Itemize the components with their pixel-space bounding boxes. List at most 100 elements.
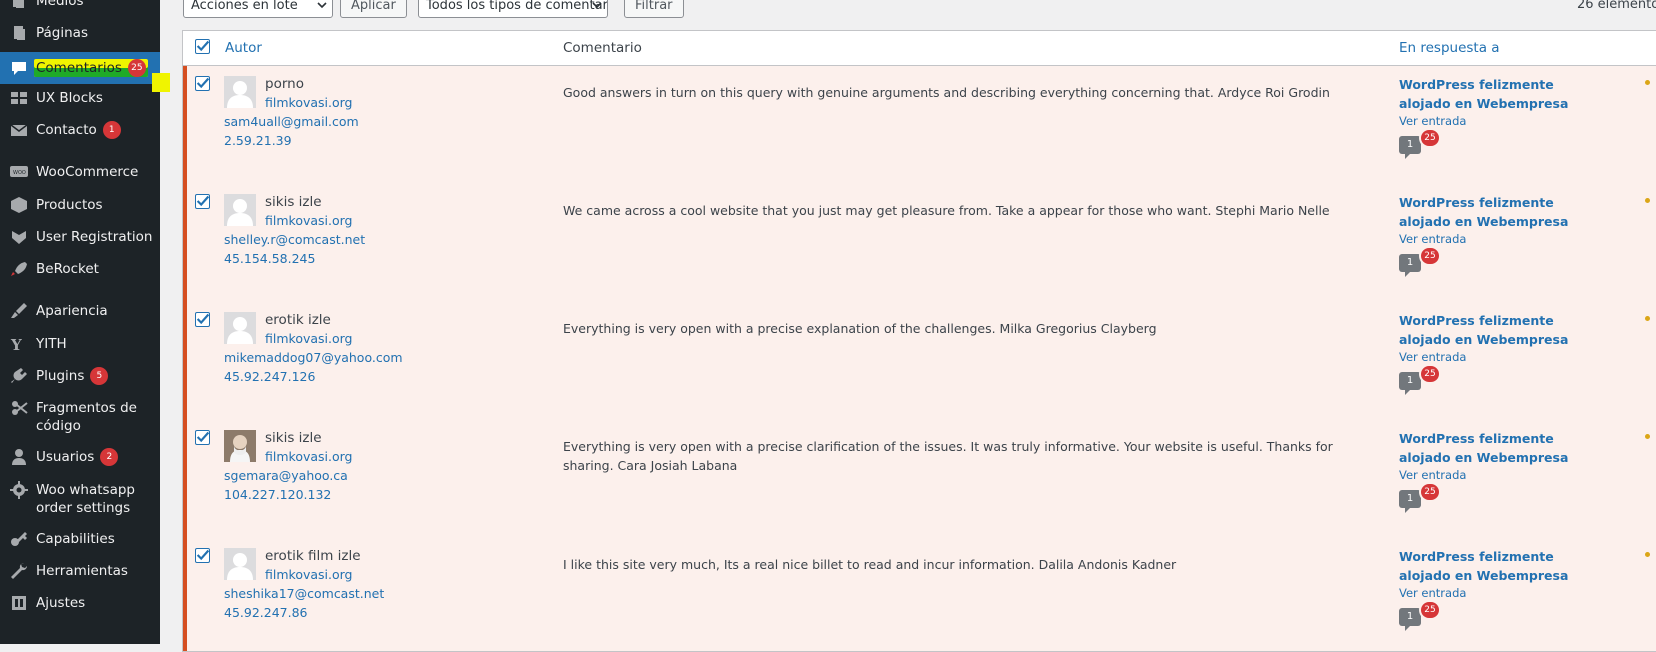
select-all-checkbox[interactable] xyxy=(195,39,210,54)
sidebar-item-woo-whatsapp-order-settings[interactable]: Woo whatsapp order settings xyxy=(0,481,160,517)
approved-comments-bubble[interactable]: 1 xyxy=(1399,608,1421,631)
author-url-link[interactable]: filmkovasi.org xyxy=(265,449,352,464)
check-icon xyxy=(196,313,210,325)
bulk-actions-select[interactable]: Acciones en lote xyxy=(183,0,333,18)
view-post-link[interactable]: Ver entrada xyxy=(1399,232,1466,246)
column-in-response-to[interactable]: En respuesta a xyxy=(1399,40,1500,56)
chevron-down-icon xyxy=(592,2,602,9)
view-post-link[interactable]: Ver entrada xyxy=(1399,350,1466,364)
media-icon xyxy=(9,0,29,10)
view-post-link[interactable]: Ver entrada xyxy=(1399,586,1466,600)
post-title-link[interactable]: WordPress felizmente alojado en Webempre… xyxy=(1399,75,1609,113)
mail-icon xyxy=(9,121,29,139)
sidebar-item-productos[interactable]: Productos xyxy=(0,196,160,214)
comments-icon xyxy=(9,59,29,77)
sidebar-item-plugins[interactable]: Plugins 5 xyxy=(0,367,160,385)
comment-type-select[interactable]: Todos los tipos de comentar xyxy=(418,0,608,18)
post-title-link[interactable]: WordPress felizmente alojado en Webempre… xyxy=(1399,311,1609,349)
table-row: sikis izle filmkovasi.org sgemara@yahoo.ca… xyxy=(183,420,1656,539)
row-checkbox[interactable] xyxy=(195,430,210,445)
pending-comments-badge[interactable]: 25 xyxy=(1421,248,1439,264)
sidebar-item-medios[interactable]: Medios xyxy=(0,0,160,10)
ux-blocks-icon xyxy=(9,89,29,107)
comments-table: Autor Comentario En respuesta a E porno f… xyxy=(182,30,1656,652)
plugins-icon xyxy=(9,367,29,385)
sidebar-item-woocommerce[interactable]: WOO WooCommerce xyxy=(0,163,160,181)
pages-icon xyxy=(9,24,29,42)
admin-sidebar: Medios Páginas Comentarios 25 UX Blocks Conta… xyxy=(0,0,160,644)
products-icon xyxy=(9,196,29,214)
comment-text: Everything is very open with a precise c… xyxy=(563,439,1333,473)
sidebar-item-label: YITH xyxy=(36,336,67,352)
author-name: erotik film izle xyxy=(265,548,361,564)
row-checkbox[interactable] xyxy=(195,312,210,327)
sidebar-item-ux-blocks[interactable]: UX Blocks xyxy=(0,89,160,107)
author-url-link[interactable]: filmkovasi.org xyxy=(265,95,352,110)
unapproved-indicator xyxy=(183,538,187,651)
table-row: erotik izle filmkovasi.org mikemaddog07@ya… xyxy=(183,302,1656,421)
sidebar-item-p-ginas[interactable]: Páginas xyxy=(0,24,160,42)
author-name: sikis izle xyxy=(265,194,322,210)
row-checkbox[interactable] xyxy=(195,194,210,209)
sidebar-item-ajustes[interactable]: Ajustes xyxy=(0,594,160,612)
approved-comments-bubble[interactable]: 1 xyxy=(1399,372,1421,395)
post-title-link[interactable]: WordPress felizmente alojado en Webempre… xyxy=(1399,193,1609,231)
sidebar-item-label: User Registration xyxy=(36,229,153,245)
unapproved-indicator xyxy=(183,184,187,302)
approved-comments-bubble[interactable]: 1 xyxy=(1399,490,1421,513)
sidebar-item-usuarios[interactable]: Usuarios 2 xyxy=(0,448,160,466)
pending-comments-badge[interactable]: 25 xyxy=(1421,130,1439,146)
avatar xyxy=(224,194,256,226)
post-title-link[interactable]: WordPress felizmente alojado en Webempre… xyxy=(1399,547,1609,585)
author-email-link[interactable]: shelley.r@comcast.net xyxy=(224,232,365,247)
author-email-link[interactable]: mikemaddog07@yahoo.com xyxy=(224,350,403,365)
approved-comments-bubble[interactable]: 1 xyxy=(1399,254,1421,277)
post-title-link[interactable]: WordPress felizmente alojado en Webempre… xyxy=(1399,429,1609,467)
author-ip-link[interactable]: 45.154.58.245 xyxy=(224,251,315,266)
author-email-link[interactable]: sheshika17@comcast.net xyxy=(224,586,384,601)
avatar xyxy=(224,76,256,108)
approved-comments-bubble[interactable]: 1 xyxy=(1399,136,1421,159)
pending-comments-badge[interactable]: 25 xyxy=(1421,602,1439,618)
sidebar-item-berocket[interactable]: BeRocket xyxy=(0,260,160,278)
sidebar-item-apariencia[interactable]: Apariencia xyxy=(0,302,160,320)
author-url-link[interactable]: filmkovasi.org xyxy=(265,213,352,228)
author-url-link[interactable]: filmkovasi.org xyxy=(265,331,352,346)
author-ip-link[interactable]: 45.92.247.86 xyxy=(224,605,308,620)
author-ip-link[interactable]: 2.59.21.39 xyxy=(224,133,292,148)
sidebar-item-user-registration[interactable]: User Registration xyxy=(0,228,160,246)
sidebar-item-contacto[interactable]: Contacto 1 xyxy=(0,121,160,139)
author-email-link[interactable]: sam4uall@gmail.com xyxy=(224,114,359,129)
sidebar-item-capabilities[interactable]: Capabilities xyxy=(0,530,160,548)
gear-icon xyxy=(9,481,29,499)
main-content: Acciones en lote Aplicar Todos los tipos… xyxy=(160,0,1656,652)
sidebar-item-yith[interactable]: Y YITH xyxy=(0,335,160,353)
sidebar-item-label: WooCommerce xyxy=(36,164,139,180)
edge-indicator xyxy=(1645,198,1650,203)
sidebar-item-label: Apariencia xyxy=(36,303,108,319)
sidebar-item-label: UX Blocks xyxy=(36,90,103,106)
comment-text: Good answers in turn on this query with … xyxy=(563,85,1330,100)
sidebar-item-label: Fragmentos de código xyxy=(36,400,137,434)
apply-button[interactable]: Aplicar xyxy=(340,0,407,18)
author-email-link[interactable]: sgemara@yahoo.ca xyxy=(224,468,348,483)
sidebar-item-label: Contacto xyxy=(36,122,97,138)
column-author[interactable]: Autor xyxy=(225,40,262,56)
row-checkbox[interactable] xyxy=(195,76,210,91)
view-post-link[interactable]: Ver entrada xyxy=(1399,468,1466,482)
author-ip-link[interactable]: 45.92.247.126 xyxy=(224,369,315,384)
pending-comments-badge[interactable]: 25 xyxy=(1421,366,1439,382)
sidebar-item-fragmentos-de-c-digo[interactable]: Fragmentos de código xyxy=(0,399,160,435)
check-icon xyxy=(196,195,210,207)
filter-button[interactable]: Filtrar xyxy=(624,0,684,18)
row-checkbox[interactable] xyxy=(195,548,210,563)
sidebar-item-herramientas[interactable]: Herramientas xyxy=(0,562,160,580)
sidebar-item-comentarios[interactable]: Comentarios 25 xyxy=(0,52,160,84)
view-post-link[interactable]: Ver entrada xyxy=(1399,114,1466,128)
check-icon xyxy=(196,77,210,89)
sidebar-item-label: Ajustes xyxy=(36,595,86,611)
author-url-link[interactable]: filmkovasi.org xyxy=(265,567,352,582)
avatar xyxy=(224,312,256,344)
author-ip-link[interactable]: 104.227.120.132 xyxy=(224,487,331,502)
pending-comments-badge[interactable]: 25 xyxy=(1421,484,1439,500)
